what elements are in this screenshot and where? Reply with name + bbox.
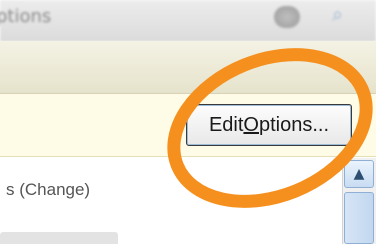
chevron-up-icon: ▲ (353, 166, 365, 182)
edit-options-button[interactable]: Edit Options... (186, 104, 352, 146)
scroll-up-button[interactable]: ▲ (344, 160, 374, 188)
top-header-strip: ptions ⌕ (0, 0, 376, 41)
edit-options-label-suffix: ptions... (258, 113, 330, 136)
header-title: ptions (0, 6, 52, 27)
change-link-text[interactable]: s (Change) (6, 180, 90, 200)
edit-options-label-mnemonic: O (243, 113, 259, 136)
circle-button-icon[interactable] (274, 6, 300, 28)
scroll-thumb[interactable] (344, 192, 374, 244)
content-area (0, 157, 340, 244)
toolbar-band (0, 41, 376, 94)
search-icon[interactable]: ⌕ (332, 2, 343, 26)
edit-options-label-prefix: Edit (208, 113, 244, 136)
bottom-panel-stub (0, 232, 118, 244)
